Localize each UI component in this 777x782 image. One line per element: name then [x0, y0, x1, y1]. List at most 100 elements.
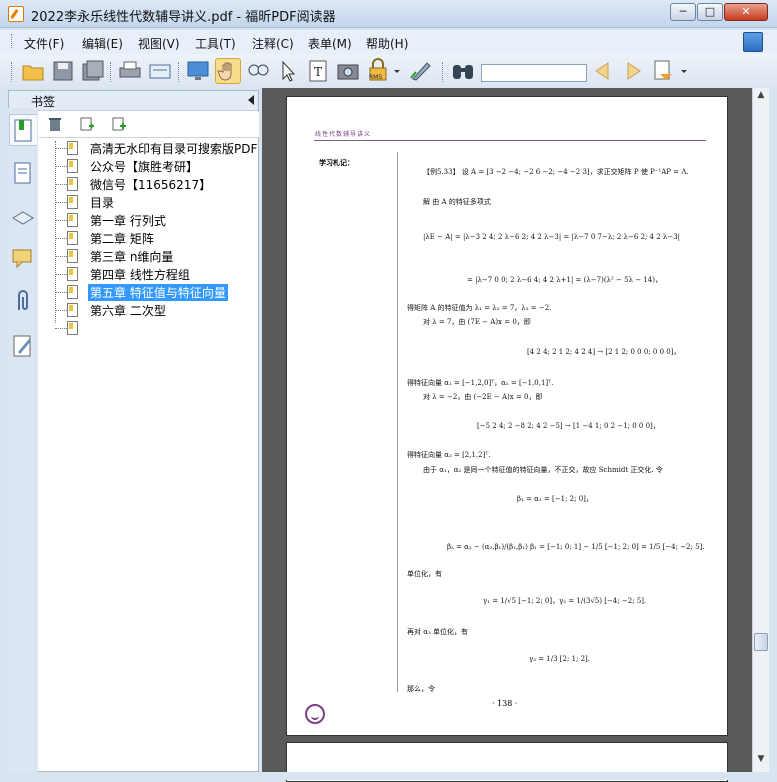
page-line-14: β₂ = α₂ − (α₂,β₁)/(β₁,β₁) β₁ = [−1; 0; 1…: [447, 543, 705, 551]
bookmark-page-icon: [67, 159, 78, 173]
bookmark-page-icon: [67, 141, 78, 155]
collapse-panel-icon[interactable]: [248, 95, 254, 105]
signatures-tab-icon[interactable]: [9, 330, 37, 362]
bookmark-label: 第二章 矩阵: [90, 232, 154, 246]
bookmark-page-icon: [67, 321, 78, 335]
select-cursor-icon[interactable]: [275, 58, 301, 84]
bookmark-label: 公众号【旗胜考研】: [90, 160, 199, 174]
next-result-icon[interactable]: [620, 58, 646, 84]
study-notes-label: 学习札记：: [319, 159, 354, 167]
bookmarks-panel: 书签 高清无水印有目录可搜索版PDF 公众号【旗胜考研】 微信号【11656217】…: [8, 90, 259, 772]
scan-icon[interactable]: [147, 58, 173, 84]
page-line-2: 解 由 A 的特征多项式: [423, 198, 491, 206]
page-line-4: = |λ−7 0 0; 2 λ−6 4; 4 2 λ+1| = (λ−7)(λ²…: [467, 276, 662, 284]
page-line-18: γ₃ = 1/3 [2; 1; 2].: [529, 655, 591, 663]
toolbar-separator: [442, 62, 444, 82]
page-line-11: 得特征向量 α₃ = [2,1,2]ᵀ.: [407, 451, 491, 459]
close-button[interactable]: ✕: [724, 3, 768, 21]
tree-connector: [55, 274, 67, 275]
menu-help[interactable]: 帮助(H): [366, 35, 408, 52]
page-line-3: |λE − A| = |λ−3 2 4; 2 λ−6 2; 4 2 λ−3| =…: [423, 233, 681, 241]
menu-edit[interactable]: 编辑(E): [82, 35, 123, 52]
page-line-12: 由于 α₁，α₂ 是同一个特征值的特征向量，不正交，故应 Schmidt 正交化…: [423, 466, 663, 474]
page-line-16: γ₁ = 1/√5 [−1; 2; 0]，γ₂ = 1/(3√5) [−4; −…: [483, 597, 647, 605]
bookmark-label: 第六章 二次型: [90, 304, 166, 318]
bookmark-label: 微信号【11656217】: [90, 178, 212, 192]
text-select-icon[interactable]: T: [305, 58, 331, 84]
snapshot-camera-icon[interactable]: [335, 58, 361, 84]
save-all-icon[interactable]: [80, 58, 106, 84]
tree-connector: [55, 148, 67, 149]
scroll-down-icon[interactable]: ▼: [755, 754, 767, 768]
side-navigation-strip: [8, 108, 38, 772]
menu-view[interactable]: 视图(V): [138, 35, 180, 52]
tree-connector: [55, 220, 67, 221]
page-line-15: 单位化，有: [407, 570, 442, 578]
menu-comment[interactable]: 注释(C): [252, 35, 294, 52]
menu-form[interactable]: 表单(M): [308, 35, 352, 52]
scroll-up-icon[interactable]: ▲: [755, 90, 767, 104]
document-view[interactable]: 线性代数辅导讲义 学习札记： 【例5.33】 设 A = [3 −2 −4; −…: [262, 88, 752, 782]
page-line-8: 得特征向量 α₁ = [−1,2,0]ᵀ，α₂ = [−1,0,1]ᵀ.: [407, 379, 554, 387]
open-folder-icon[interactable]: [20, 58, 46, 84]
bookmarks-panel-header: 书签: [9, 91, 258, 111]
pdf-page: 线性代数辅导讲义 学习札记： 【例5.33】 设 A = [3 −2 −4; −…: [286, 96, 728, 736]
window-border-bottom: [0, 772, 777, 780]
page-line-10: [−5 2 4; 2 −8 2; 4 2 −5] → [1 −4 1; 0 2 …: [477, 422, 660, 430]
bookmark-page-icon: [67, 285, 78, 299]
search-input[interactable]: [481, 64, 587, 82]
tree-connector: [55, 292, 67, 293]
tree-connector: [55, 166, 67, 167]
bookmark-page-icon: [67, 195, 78, 209]
bookmarks-tab-icon[interactable]: [9, 114, 37, 146]
add-child-bookmark-icon[interactable]: [111, 116, 127, 132]
bookmark-label: 高清无水印有目录可搜索版PDF: [90, 142, 258, 156]
app-logo-icon: [8, 6, 24, 22]
bookmark-label: 第五章 特征值与特征向量: [88, 284, 228, 301]
comments-tab-icon[interactable]: [9, 244, 37, 276]
bookmark-page-icon: [67, 249, 78, 263]
tree-connector: [55, 141, 56, 323]
bookmark-page-icon: [67, 267, 78, 281]
toolbar: T RMS: [0, 54, 777, 88]
restore-view-icon[interactable]: [743, 32, 763, 52]
layers-tab-icon[interactable]: [9, 202, 37, 234]
highlight-icon[interactable]: [651, 58, 687, 84]
add-bookmark-icon[interactable]: [79, 116, 95, 132]
maximize-button[interactable]: □: [697, 3, 723, 21]
tree-connector: [55, 328, 67, 329]
menu-file[interactable]: 文件(F): [24, 35, 64, 52]
page-line-9: 对 λ = −2，由 (−2E − A)x = 0，即: [423, 393, 543, 401]
loupe-icon[interactable]: [245, 58, 271, 84]
title-bar: 2022李永乐线性代数辅导讲义.pdf - 福昕PDF阅读器 ─ □ ✕: [0, 0, 777, 28]
bookmark-page-icon: [67, 213, 78, 227]
scroll-thumb[interactable]: [754, 633, 768, 651]
print-icon[interactable]: [117, 58, 143, 84]
toolbar-separator: [178, 62, 180, 82]
bookmarks-toolbar: [39, 112, 259, 138]
page-line-7: [4 2 4; 2 1 2; 4 2 4] → [2 1 2; 0 0 0; 0…: [527, 348, 681, 356]
sign-pen-icon[interactable]: [408, 58, 434, 84]
page-line-1: 【例5.33】 设 A = [3 −2 −4; −2 6 −2; −4 −2 3…: [423, 168, 689, 176]
screen-icon[interactable]: [185, 58, 211, 84]
minimize-button[interactable]: ─: [670, 3, 696, 21]
page-number: · 138 ·: [492, 699, 518, 708]
window-title: 2022李永乐线性代数辅导讲义.pdf - 福昕PDF阅读器: [31, 10, 336, 25]
rms-lock-icon[interactable]: RMS: [366, 58, 400, 84]
page-line-19: 那么，令: [407, 685, 435, 693]
prev-result-icon[interactable]: [590, 58, 616, 84]
find-binoculars-icon[interactable]: [450, 58, 476, 84]
pages-tab-icon[interactable]: [9, 158, 37, 190]
save-icon[interactable]: [50, 58, 76, 84]
menu-grip: [11, 34, 13, 48]
vertical-scrollbar[interactable]: ▲ ▼: [752, 88, 769, 772]
delete-bookmark-icon[interactable]: [47, 116, 63, 132]
menu-tools[interactable]: 工具(T): [195, 35, 236, 52]
bookmark-label: 目录: [90, 196, 115, 210]
hand-tool-icon[interactable]: [215, 58, 241, 84]
attachments-tab-icon[interactable]: [9, 286, 37, 318]
margin-rule: [397, 152, 398, 692]
bookmark-page-icon: [67, 177, 78, 191]
svg-text:RMS: RMS: [369, 74, 382, 81]
svg-text:T: T: [314, 65, 322, 79]
